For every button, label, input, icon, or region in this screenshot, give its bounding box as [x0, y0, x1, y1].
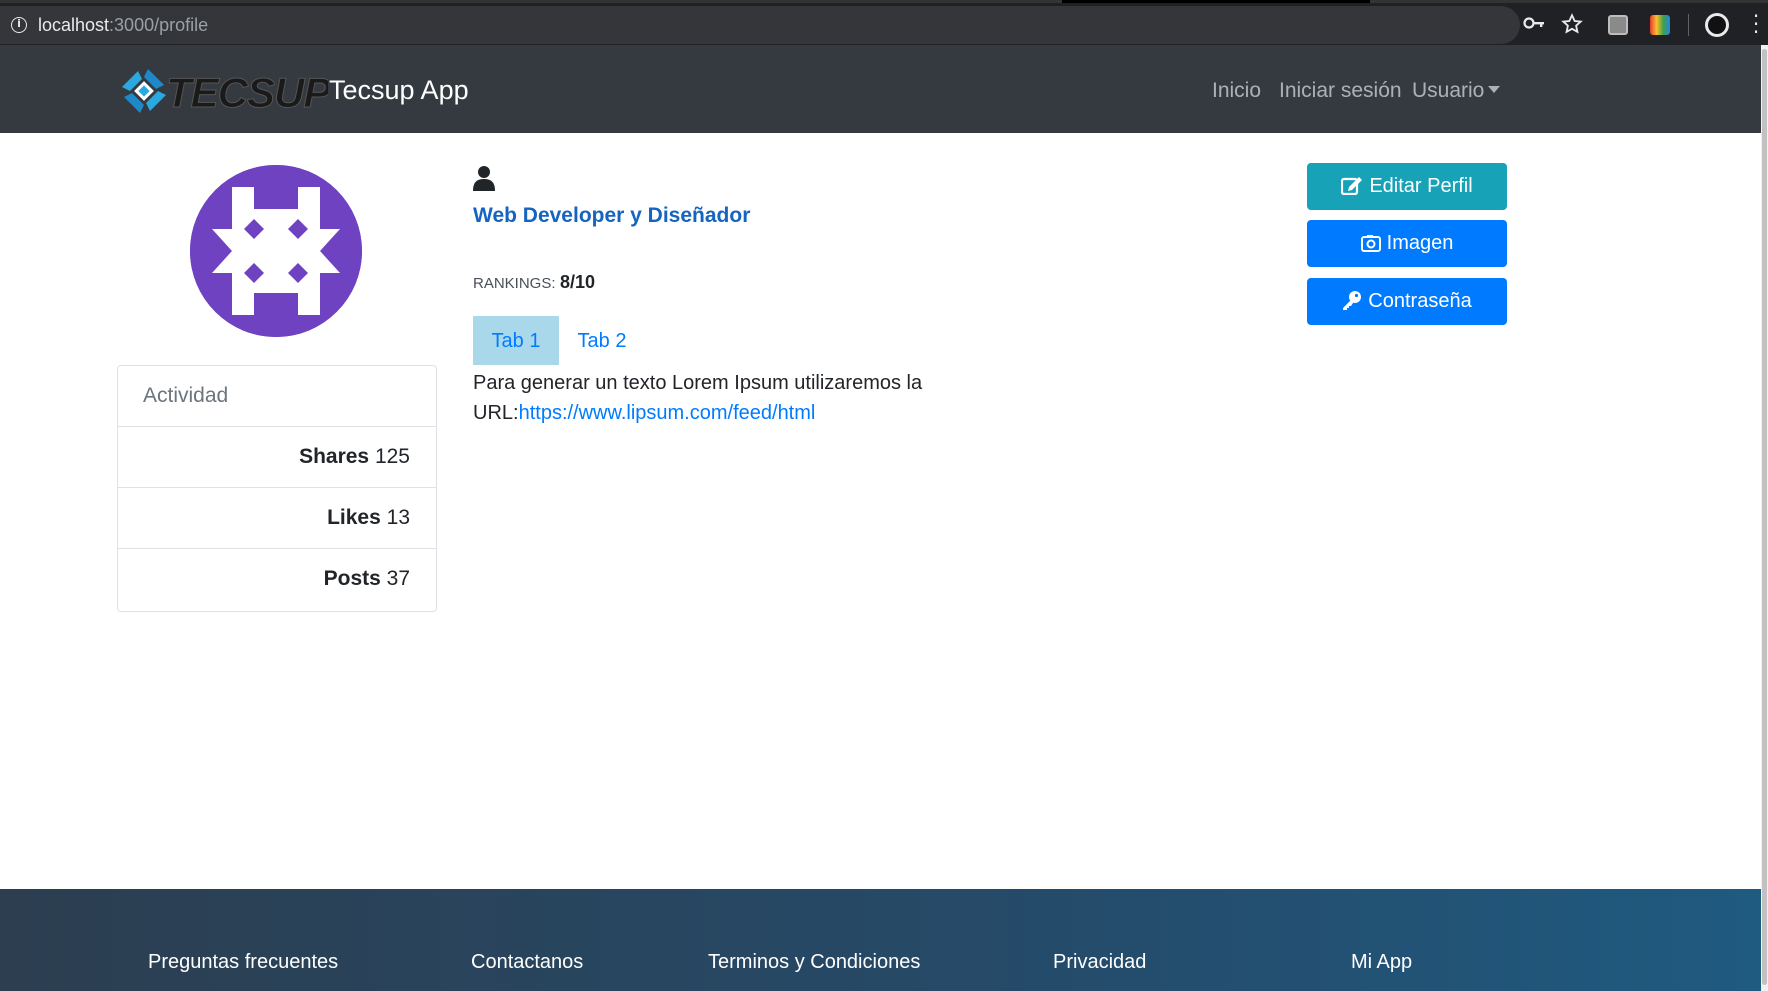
- image-label: Imagen: [1386, 232, 1454, 254]
- navbar: TECSUP Tecsup App Inicio Iniciar sesión …: [0, 45, 1761, 133]
- activity-shares: Shares 125: [118, 427, 436, 488]
- tab-strip: [0, 0, 1768, 3]
- stat-label: Posts: [323, 567, 381, 590]
- footer-privacy[interactable]: Privacidad: [1053, 951, 1146, 974]
- nav-usuario-dropdown[interactable]: Usuario: [1412, 79, 1501, 103]
- brand-title[interactable]: Tecsup App: [329, 75, 469, 106]
- edit-profile-button[interactable]: Editar Perfil: [1307, 163, 1507, 210]
- activity-posts: Posts 37: [118, 549, 436, 610]
- color-extension-icon[interactable]: [1650, 15, 1670, 35]
- profile-avatar: [190, 165, 362, 337]
- stat-value: 13: [386, 506, 410, 529]
- password-button[interactable]: Contraseña: [1307, 278, 1507, 325]
- footer: Preguntas frecuentes Contactanos Termino…: [0, 889, 1761, 991]
- tab-2[interactable]: Tab 2: [559, 316, 645, 365]
- stat-label: Shares: [299, 445, 370, 468]
- profile-role: Web Developer y Diseñador: [473, 204, 751, 227]
- address-bar[interactable]: i localhost:3000/profile: [0, 6, 1520, 44]
- image-button[interactable]: Imagen: [1307, 220, 1507, 267]
- key-icon[interactable]: [1523, 13, 1545, 36]
- scrollbar-thumb[interactable]: [1762, 49, 1767, 985]
- footer-terms[interactable]: Terminos y Condiciones: [708, 951, 920, 974]
- browser-toolbar: i localhost:3000/profile · · ·: [0, 0, 1768, 45]
- activity-likes: Likes 13: [118, 488, 436, 549]
- footer-faq[interactable]: Preguntas frecuentes: [148, 951, 338, 974]
- profile-avatar-icon[interactable]: [1705, 13, 1729, 37]
- footer-my-app[interactable]: Mi App: [1351, 951, 1412, 974]
- edit-profile-label: Editar Perfil: [1369, 175, 1473, 197]
- url-host: localhost: [38, 15, 110, 35]
- toolbar-divider: [1688, 14, 1689, 36]
- url-path: :3000/profile: [109, 15, 209, 35]
- browser-menu-icon[interactable]: · · ·: [1752, 6, 1760, 42]
- caret-down-icon: [1488, 86, 1501, 93]
- lipsum-link[interactable]: https://www.lipsum.com/feed/html: [519, 402, 816, 424]
- nav-iniciar-sesion[interactable]: Iniciar sesión: [1279, 79, 1402, 103]
- camera-icon: [1360, 234, 1381, 258]
- tab-1[interactable]: Tab 1: [473, 316, 559, 365]
- url-text[interactable]: localhost:3000/profile: [38, 15, 208, 36]
- user-icon: [473, 165, 495, 191]
- rankings-label: RANKINGS:: [473, 275, 556, 292]
- brand-logo[interactable]: TECSUP: [116, 67, 334, 117]
- nav-usuario-label: Usuario: [1412, 79, 1485, 102]
- stat-value: 37: [386, 567, 410, 590]
- page-scrollbar[interactable]: [1761, 45, 1768, 991]
- footer-contact[interactable]: Contactanos: [471, 951, 583, 974]
- stat-label: Likes: [327, 506, 381, 529]
- site-info-icon[interactable]: i: [11, 17, 27, 33]
- password-label: Contraseña: [1368, 290, 1472, 312]
- key-icon: [1342, 290, 1362, 316]
- tab-content: Para generar un texto Lorem Ipsum utiliz…: [473, 368, 943, 428]
- edit-icon: [1341, 175, 1363, 201]
- activity-title: Actividad: [118, 366, 436, 427]
- stat-value: 125: [374, 445, 410, 468]
- bookmark-star-icon[interactable]: [1561, 13, 1583, 38]
- brand-logo-text: TECSUP: [166, 69, 328, 115]
- rankings-value: 8/10: [559, 272, 596, 292]
- profile-rankings: RANKINGS: 8/10: [473, 272, 595, 293]
- nav-inicio[interactable]: Inicio: [1212, 79, 1261, 103]
- extension-icon[interactable]: [1608, 15, 1628, 35]
- activity-list: Actividad Shares 125 Likes 13 Posts 37: [117, 365, 437, 612]
